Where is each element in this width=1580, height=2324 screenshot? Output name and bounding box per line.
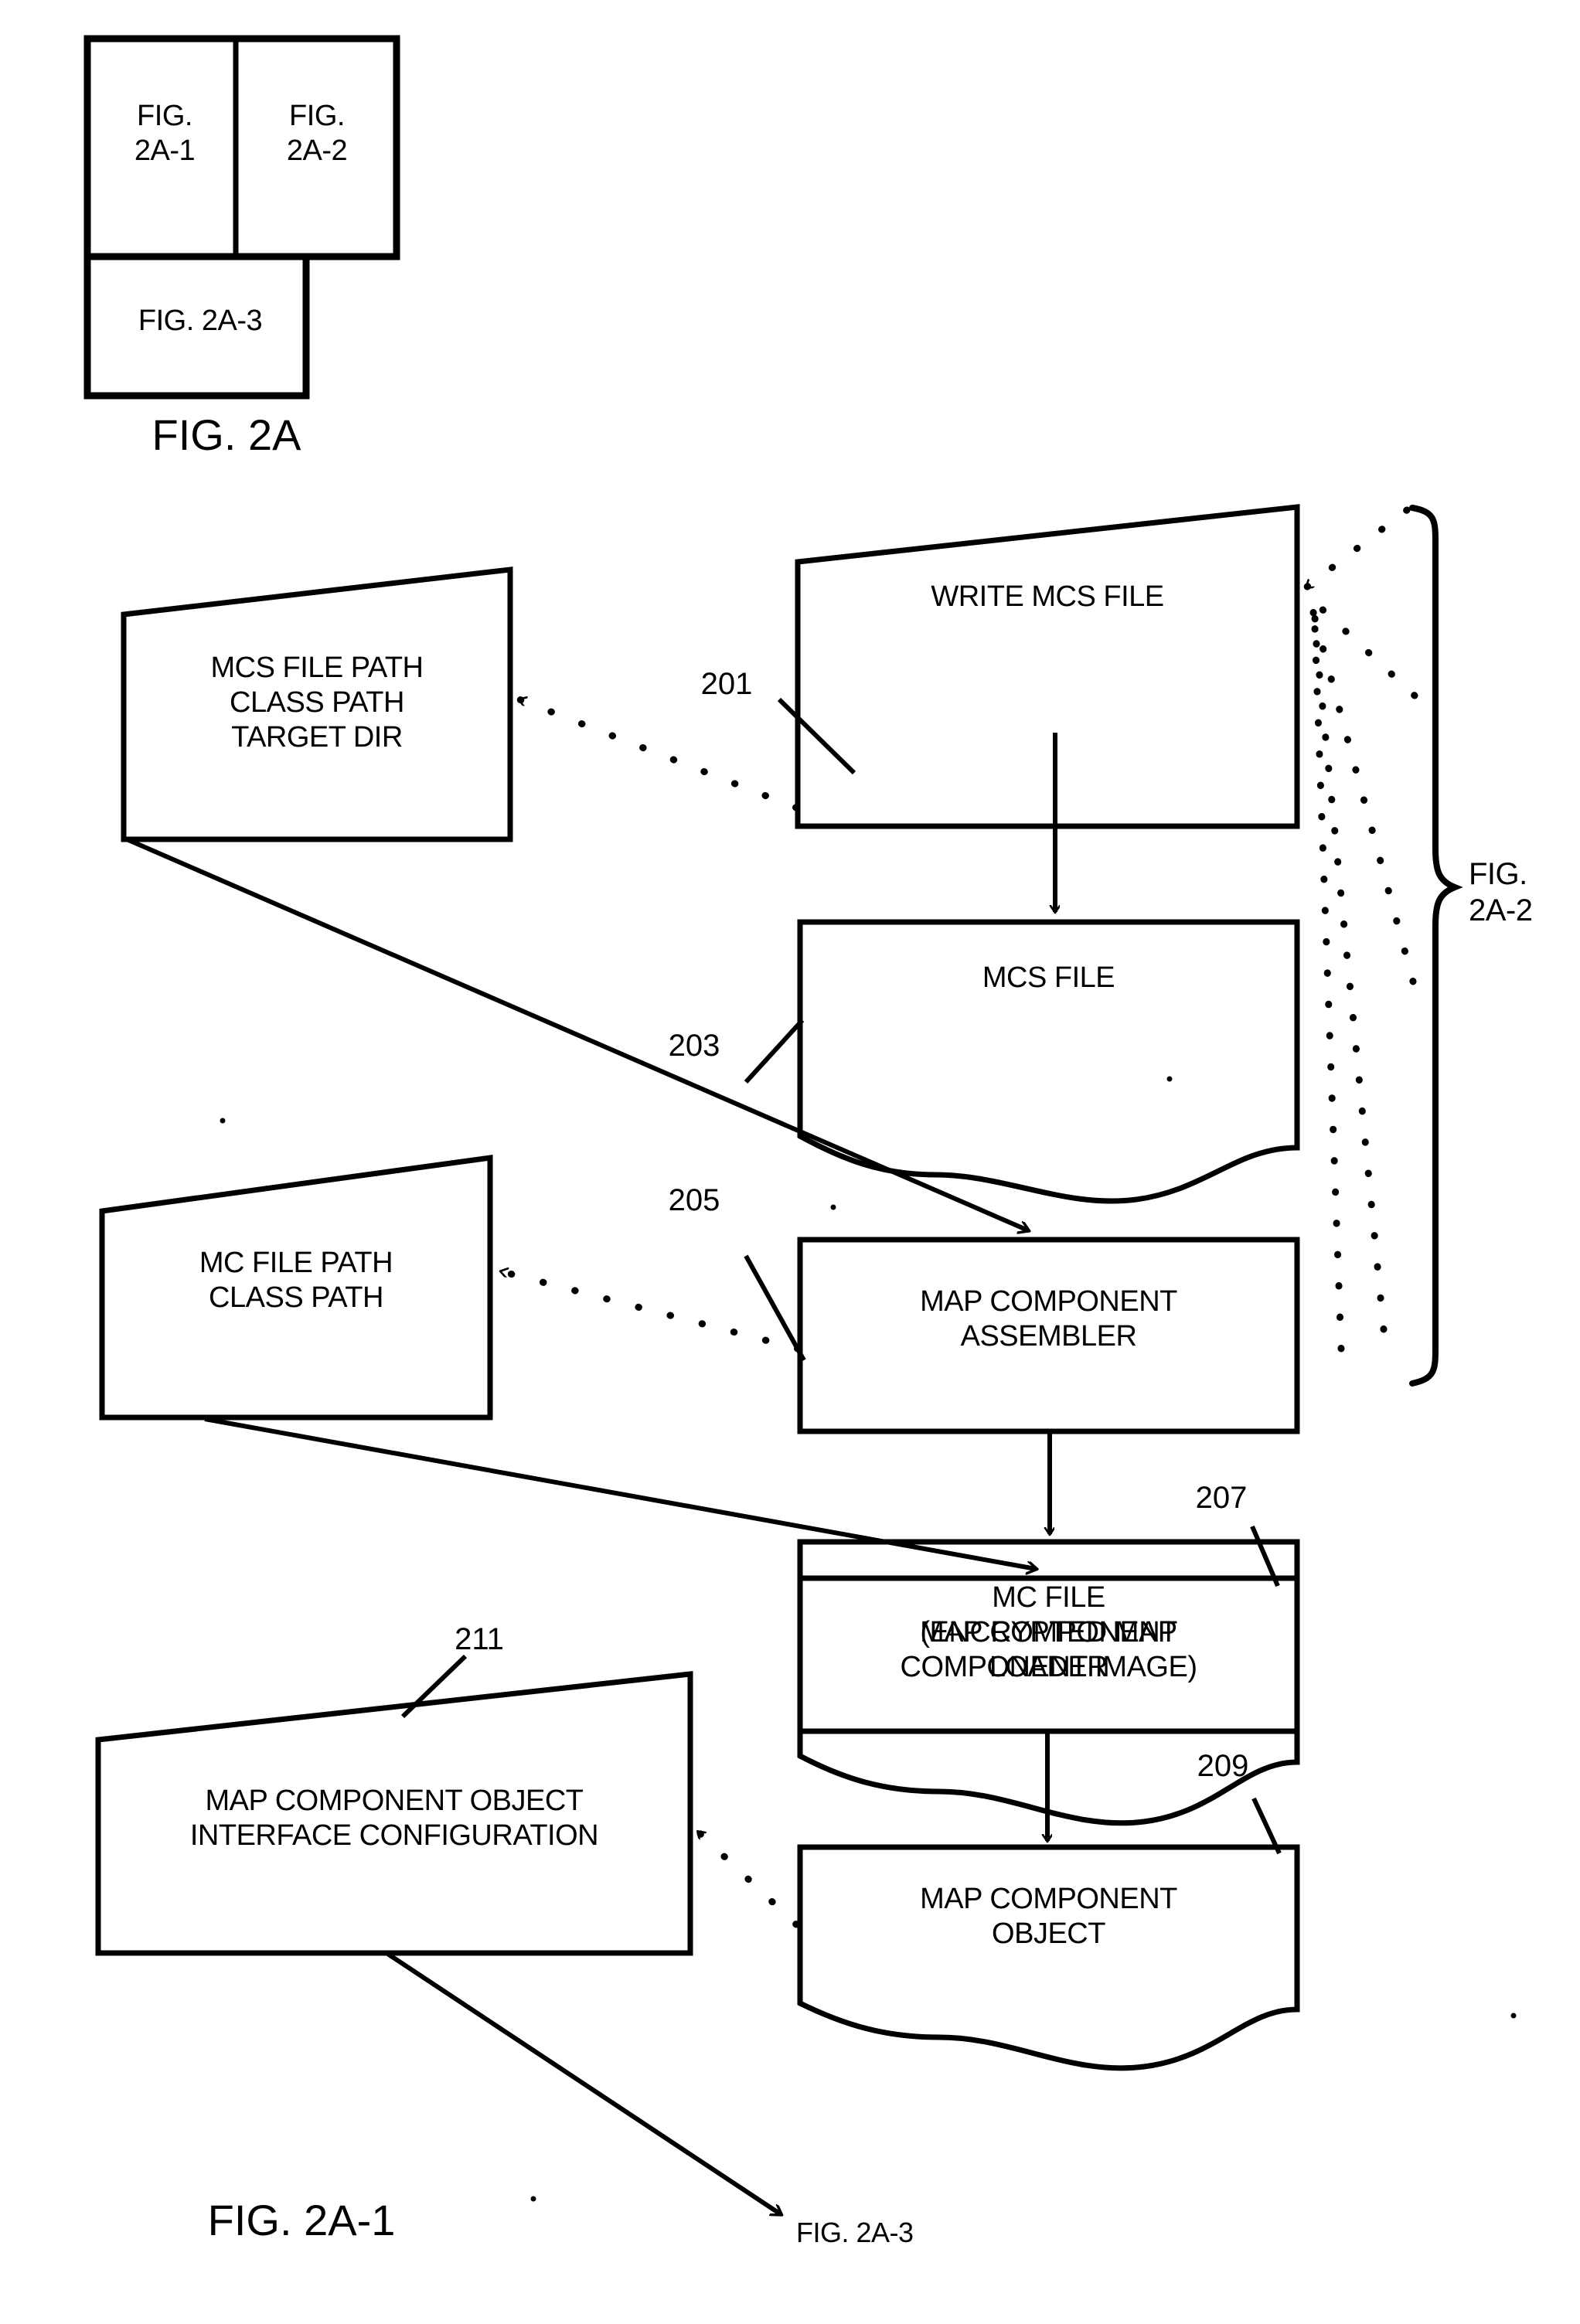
dotted-mcsfile-to-mcsparams (516, 696, 800, 812)
fig-2a-2-bracket-label: FIG. 2A-2 (1469, 857, 1533, 928)
mcs-file-label: MCS FILE (982, 961, 1115, 994)
key-map-diagram (83, 35, 400, 400)
reference-numeral-201: 201 (700, 667, 753, 701)
sheet-label-fig-2a-1: FIG. 2A-1 (207, 2196, 396, 2244)
dotted-mcobject-to-mcoparams (694, 1828, 800, 1928)
key-map-cell-1-label: FIG. 2A-1 (134, 100, 196, 167)
dotted-mcfile-to-mcparams (497, 1271, 802, 1353)
figure-vector-layer (83, 35, 1517, 2324)
mcs-params-label: MCS FILE PATH CLASS PATH TARGET DIR (210, 652, 424, 754)
write-mcs-file-shape (795, 504, 1300, 829)
write-mcs-file-label: WRITE MCS FILE (931, 580, 1164, 613)
reference-numeral-205: 205 (668, 1183, 720, 1217)
map-component-object-shape (797, 1844, 1300, 2071)
key-map-cell-3-label: FIG. 2A-3 (138, 305, 263, 337)
connector-mcparams-to-loader (204, 1417, 1036, 1569)
map-component-assembler-label: MAP COMPONENT ASSEMBLER (920, 1285, 1177, 1353)
reference-numeral-209: 209 (1197, 1749, 1249, 1783)
leader-205 (744, 1254, 806, 1362)
key-map-cell-2-label: FIG. 2A-2 (286, 100, 348, 167)
map-component-loader-label: MAP COMPONENT LOADER (920, 1616, 1177, 1683)
reference-numeral-211: 211 (455, 1622, 504, 1656)
patent-figure-page: FIG. 2A-1 FIG. 2A-2 FIG. 2A-3 FIG. 2A WR… (0, 0, 1580, 2324)
reference-numeral-203: 203 (668, 1029, 720, 1063)
mco-params-label: MAP COMPONENT OBJECT INTERFACE CONFIGURA… (189, 1785, 599, 1852)
continuation-label-fig-2a-3: FIG. 2A-3 (796, 2217, 914, 2248)
leader-203 (744, 1018, 805, 1084)
connector-mcoparams-to-fig2a3 (385, 1951, 781, 2214)
reference-numeral-207: 207 (1195, 1481, 1248, 1515)
mc-params-label: MC FILE PATH CLASS PATH (199, 1247, 393, 1314)
dotted-feedback-fan (1302, 506, 1418, 1353)
map-component-object-label: MAP COMPONENT OBJECT (920, 1883, 1177, 1950)
figure-title: FIG. 2A (152, 410, 301, 459)
fig-2a-2-bracket (1409, 505, 1463, 1387)
